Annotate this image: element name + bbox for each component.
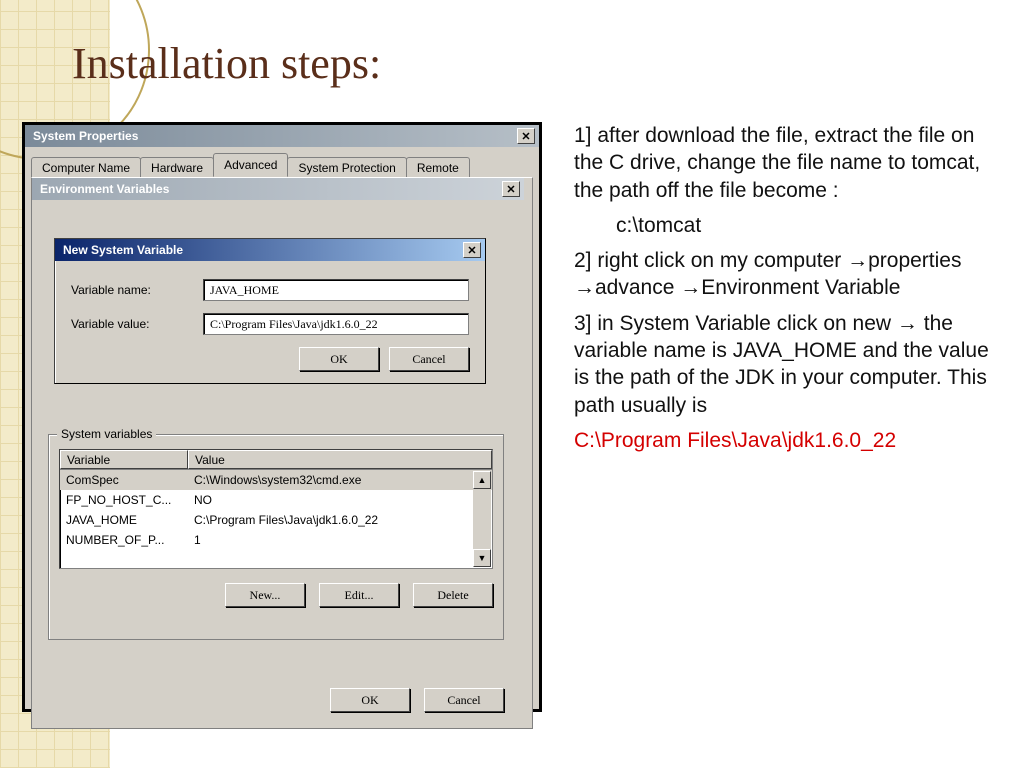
tab-hardware[interactable]: Hardware: [140, 157, 214, 178]
close-icon[interactable]: ✕: [502, 181, 520, 197]
system-variables-legend: System variables: [57, 427, 156, 441]
environment-variables-dialog: Environment Variables ✕ New System Varia…: [32, 178, 524, 720]
step-3: 3] in System Variable click on new → the…: [574, 310, 996, 419]
nsv-ok-button[interactable]: OK: [299, 347, 379, 371]
tab-advanced[interactable]: Advanced: [213, 153, 288, 177]
scroll-down-icon[interactable]: ▼: [473, 549, 491, 567]
list-scrollbar[interactable]: ▲ ▼: [473, 471, 491, 567]
cell-value: C:\Program Files\Java\jdk1.6.0_22: [188, 513, 492, 527]
step-2: 2] right click on my computer →propertie…: [574, 247, 996, 302]
close-icon[interactable]: ✕: [517, 128, 535, 144]
cell-variable: ComSpec: [60, 473, 188, 487]
instruction-text: 1] after download the file, extract the …: [574, 122, 996, 738]
sysvar-new-button[interactable]: New...: [225, 583, 305, 607]
jdk-path: C:\Program Files\Java\jdk1.6.0_22: [574, 427, 996, 454]
cell-variable: NUMBER_OF_P...: [60, 533, 188, 547]
tab-computer-name[interactable]: Computer Name: [31, 157, 141, 178]
variable-value-input[interactable]: [203, 313, 469, 335]
system-properties-window: System Properties ✕ Computer Name Hardwa…: [22, 122, 542, 712]
cell-value: 1: [188, 533, 492, 547]
cell-value: C:\Windows\system32\cmd.exe: [188, 473, 492, 487]
column-variable[interactable]: Variable: [60, 450, 188, 469]
cell-value: NO: [188, 493, 492, 507]
env-ok-button[interactable]: OK: [330, 688, 410, 712]
new-system-variable-titlebar: New System Variable ✕: [55, 239, 485, 261]
system-variables-group: System variables Variable Value ComSpecC…: [48, 434, 504, 640]
cell-variable: JAVA_HOME: [60, 513, 188, 527]
tab-remote[interactable]: Remote: [406, 157, 470, 178]
variable-name-label: Variable name:: [71, 283, 203, 297]
close-icon[interactable]: ✕: [463, 242, 481, 258]
step-1: 1] after download the file, extract the …: [574, 122, 996, 204]
new-system-variable-dialog: New System Variable ✕ Variable name: Var…: [54, 238, 486, 384]
table-row[interactable]: ComSpecC:\Windows\system32\cmd.exe: [60, 470, 492, 490]
sysvar-edit-button[interactable]: Edit...: [319, 583, 399, 607]
tab-advanced-body: Environment Variables ✕ New System Varia…: [31, 177, 533, 729]
table-row[interactable]: JAVA_HOMEC:\Program Files\Java\jdk1.6.0_…: [60, 510, 492, 530]
slide-title: Installation steps:: [72, 38, 381, 89]
tab-system-protection[interactable]: System Protection: [287, 157, 406, 178]
step-1-path: c:\tomcat: [574, 212, 996, 239]
table-row[interactable]: NUMBER_OF_P...1: [60, 530, 492, 550]
env-cancel-button[interactable]: Cancel: [424, 688, 504, 712]
system-properties-tabs: Computer Name Hardware Advanced System P…: [25, 147, 539, 177]
variable-value-label: Variable value:: [71, 317, 203, 331]
cell-variable: FP_NO_HOST_C...: [60, 493, 188, 507]
sysvar-delete-button[interactable]: Delete: [413, 583, 493, 607]
table-row[interactable]: FP_NO_HOST_C...NO: [60, 490, 492, 510]
nsv-cancel-button[interactable]: Cancel: [389, 347, 469, 371]
column-value[interactable]: Value: [188, 450, 492, 469]
system-properties-titlebar: System Properties ✕: [25, 125, 539, 147]
environment-variables-title: Environment Variables: [40, 182, 169, 196]
scroll-up-icon[interactable]: ▲: [473, 471, 491, 489]
environment-variables-titlebar: Environment Variables ✕: [32, 178, 524, 200]
system-variables-list[interactable]: Variable Value ComSpecC:\Windows\system3…: [59, 449, 493, 569]
variable-name-input[interactable]: [203, 279, 469, 301]
system-properties-title: System Properties: [33, 129, 138, 143]
new-system-variable-title: New System Variable: [63, 243, 183, 257]
